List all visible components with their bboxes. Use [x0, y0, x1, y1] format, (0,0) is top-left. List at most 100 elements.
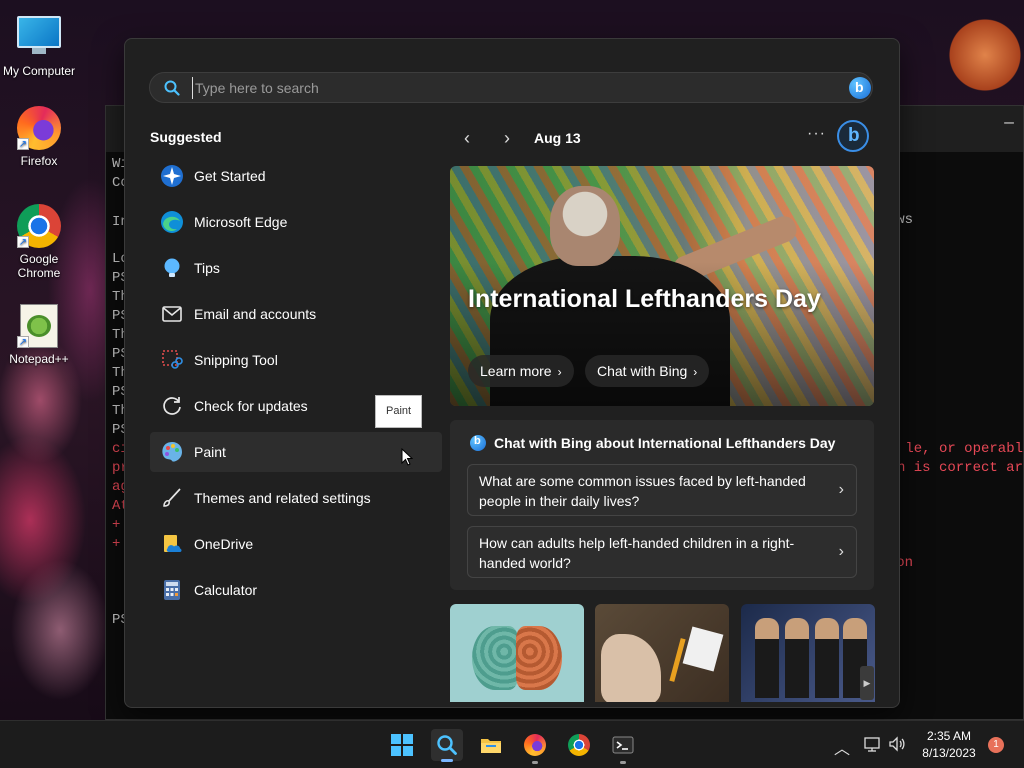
chevron-right-icon: ›: [693, 365, 698, 379]
folder-icon: [481, 739, 501, 753]
search-box[interactable]: b: [149, 72, 873, 103]
snipping-tool-icon: [162, 350, 183, 369]
mouse-cursor-icon: [401, 448, 413, 466]
desktop-icon-firefox[interactable]: ↗ Firefox: [1, 106, 77, 168]
terminal-error-line: +: [112, 536, 121, 552]
suggested-heading: Suggested: [150, 129, 222, 145]
suggested-item-tips[interactable]: Tips: [150, 248, 442, 288]
taskbar-terminal[interactable]: [607, 729, 639, 764]
more-options-button[interactable]: ···: [807, 125, 826, 143]
learn-more-button[interactable]: Learn more ›: [468, 355, 574, 387]
suggested-item-label: OneDrive: [194, 536, 254, 552]
suggested-item-paint[interactable]: Paint: [150, 432, 442, 472]
desktop-icon-notepad-plus-plus[interactable]: ↗ Notepad++: [1, 304, 77, 366]
suggested-item-label: Check for updates: [194, 398, 308, 414]
computer-icon: [17, 16, 61, 60]
volume-icon[interactable]: [888, 735, 906, 753]
calculator-icon: [164, 580, 180, 600]
chevron-right-icon: ›: [838, 481, 844, 498]
bing-question-text: What are some common issues faced by lef…: [479, 473, 806, 509]
chevron-right-icon: ›: [838, 543, 844, 560]
desktop-icon-chrome[interactable]: ↗ Google Chrome: [1, 204, 77, 280]
shortcut-arrow-icon: ↗: [17, 336, 29, 348]
previous-arrow-icon[interactable]: ‹: [458, 129, 476, 147]
desktop-icon-label: Firefox: [20, 154, 58, 168]
minimize-button[interactable]: —: [999, 114, 1019, 132]
taskbar-search-button[interactable]: [431, 729, 463, 762]
suggested-item-snipping-tool[interactable]: Snipping Tool: [150, 340, 442, 380]
chevron-right-icon: ›: [557, 365, 562, 379]
search-icon: [164, 80, 180, 96]
suggested-item-label: Snipping Tool: [194, 352, 278, 368]
desktop-icon-label: Notepad++: [9, 352, 69, 366]
brush-icon: [163, 488, 181, 507]
hero-card[interactable]: International Lefthanders Day Learn more…: [450, 166, 874, 406]
system-clock[interactable]: 2:35 AM 8/13/2023: [914, 728, 984, 762]
suggested-item-label: Microsoft Edge: [194, 214, 288, 230]
suggested-item-calculator[interactable]: Calculator: [150, 570, 442, 610]
get-started-icon: [161, 165, 183, 187]
suggested-item-microsoft-edge[interactable]: Microsoft Edge: [150, 202, 442, 242]
suggested-item-label: Get Started: [194, 168, 266, 184]
terminal-icon: [612, 736, 634, 754]
chat-with-bing-button[interactable]: Chat with Bing ›: [585, 355, 710, 387]
show-hidden-icons-chevron-icon[interactable]: ︿: [834, 735, 850, 759]
learn-more-label: Learn more: [480, 363, 552, 379]
notification-badge[interactable]: 1: [988, 737, 1004, 753]
chat-with-bing-label: Chat with Bing: [597, 363, 688, 379]
suggested-item-themes-and-related-settings[interactable]: Themes and related settings: [150, 478, 442, 518]
terminal-error-line: le, or operabl: [905, 441, 1023, 457]
windows-logo-icon: [391, 734, 413, 756]
suggested-item-get-started[interactable]: Get Started: [150, 156, 442, 196]
notepad-plus-plus-icon: ↗: [17, 304, 61, 348]
chrome-icon: ↗: [17, 204, 61, 248]
desktop-icon-my-computer[interactable]: My Computer: [1, 10, 77, 78]
bing-icon[interactable]: b: [849, 77, 871, 99]
desktop-icon-label: Google Chrome: [17, 252, 61, 280]
taskbar-chrome[interactable]: [563, 729, 595, 761]
hero-title: International Lefthanders Day: [468, 285, 821, 313]
news-thumbnail-band[interactable]: [741, 604, 875, 702]
taskbar-firefox[interactable]: [519, 729, 551, 764]
chrome-icon: [568, 734, 590, 756]
start-button[interactable]: [386, 729, 418, 761]
suggested-item-label: Email and accounts: [194, 306, 317, 322]
search-panel: b Suggested Get Started Microsoft Edge T…: [124, 38, 900, 708]
clock-time: 2:35 AM: [926, 729, 972, 743]
suggested-item-label: Themes and related settings: [194, 490, 371, 506]
chat-with-bing-card: b Chat with Bing about International Lef…: [450, 420, 874, 590]
desktop-icon-label: My Computer: [2, 64, 76, 78]
next-arrow-icon[interactable]: ›: [498, 129, 516, 147]
news-thumbnail-hand[interactable]: [595, 604, 729, 702]
clock-date: 8/13/2023: [922, 746, 976, 760]
bing-icon: b: [470, 435, 486, 451]
terminal-error-line: n is correct ar: [896, 460, 1023, 476]
refresh-icon: [163, 397, 181, 415]
news-thumbnail-brain[interactable]: [450, 604, 584, 702]
taskbar-file-explorer[interactable]: [475, 729, 507, 761]
firefox-icon: ↗: [17, 106, 61, 150]
terminal-error-line: +: [112, 517, 121, 533]
lightbulb-icon: [164, 258, 180, 277]
mail-icon: [162, 306, 182, 322]
chat-card-heading: b Chat with Bing about International Lef…: [470, 435, 835, 451]
suggested-item-label: Calculator: [194, 582, 258, 598]
suggested-list: Get Started Microsoft Edge Tips Email an…: [150, 156, 442, 616]
scroll-right-button[interactable]: ▶: [860, 666, 874, 700]
onedrive-icon: [164, 535, 182, 552]
shortcut-arrow-icon: ↗: [17, 138, 29, 150]
feed-date: Aug 13: [534, 130, 581, 146]
tooltip: Paint: [375, 395, 423, 428]
suggested-item-email-and-accounts[interactable]: Email and accounts: [150, 294, 442, 334]
suggested-item-label: Paint: [194, 444, 226, 460]
bing-question-item[interactable]: How can adults help left-handed children…: [467, 526, 857, 578]
search-input[interactable]: [192, 77, 792, 99]
suggested-item-onedrive[interactable]: OneDrive: [150, 524, 442, 564]
shortcut-arrow-icon: ↗: [17, 236, 29, 248]
chat-card-title: Chat with Bing about International Lefth…: [494, 435, 836, 451]
bing-question-item[interactable]: What are some common issues faced by lef…: [467, 464, 857, 516]
network-icon[interactable]: [863, 735, 881, 753]
search-icon: [437, 735, 457, 755]
bing-chat-icon[interactable]: b: [837, 120, 869, 152]
taskbar: ︿ 2:35 AM 8/13/2023 1: [0, 720, 1024, 768]
